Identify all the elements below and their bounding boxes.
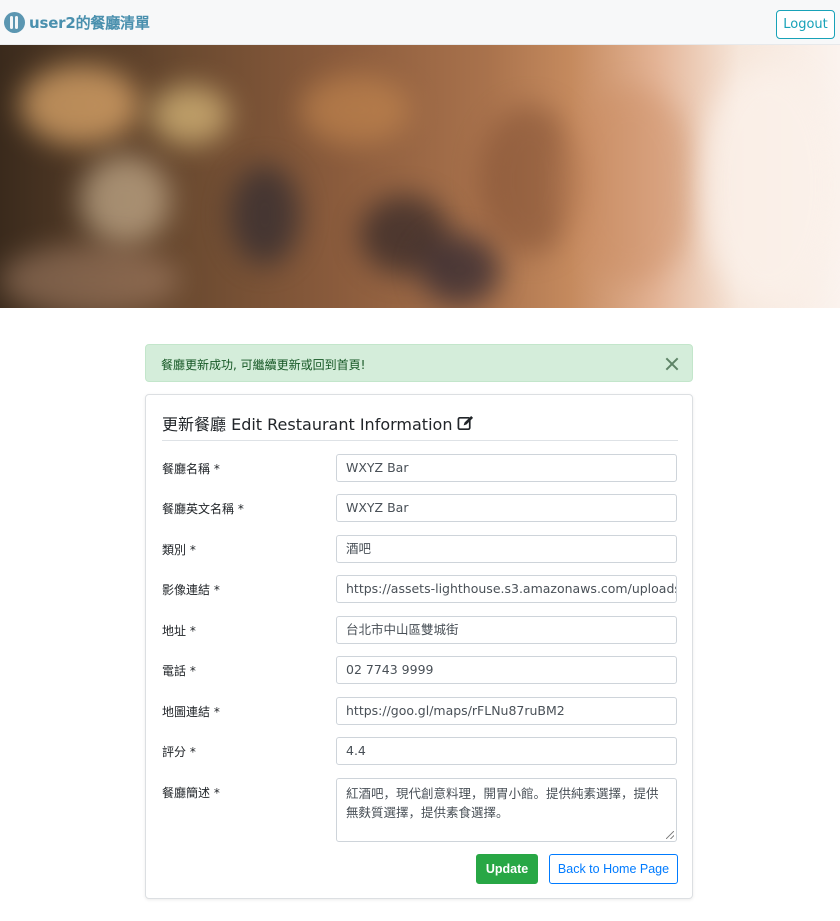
image-url-input[interactable]: https://assets-lighthouse.s3.amazonaws.c… (336, 575, 677, 603)
field-label: 電話 * (162, 664, 196, 678)
field-label: 餐廳簡述 * (162, 786, 220, 800)
close-icon[interactable] (660, 352, 684, 376)
field-label: 地圖連結 * (162, 705, 220, 719)
navbar: user2的餐廳清單 Logout (0, 0, 840, 45)
edit-form-card: 更新餐廳 Edit Restaurant Information 餐廳名稱 * … (145, 394, 693, 899)
edit-icon (458, 415, 474, 430)
update-button[interactable]: Update (476, 854, 538, 884)
form-title: 更新餐廳 Edit Restaurant Information (162, 411, 474, 435)
field-label: 影像連結 * (162, 583, 220, 597)
brand-link[interactable]: user2的餐廳清單 (4, 12, 150, 33)
map-url-input[interactable]: https://goo.gl/maps/rFLNu87ruBM2 (336, 697, 677, 725)
logout-button[interactable]: Logout (776, 10, 835, 39)
back-home-button[interactable]: Back to Home Page (549, 854, 678, 884)
description-text: 紅酒吧，現代創意料理，開胃小館。提供純素選擇，提供無麩質選擇，提供素食選擇。 (346, 786, 659, 820)
category-input[interactable]: 酒吧 (336, 535, 677, 563)
alert-message: 餐廳更新成功, 可繼續更新或回到首頁! (161, 358, 366, 372)
field-label: 餐廳英文名稱 * (162, 502, 244, 516)
description-textarea[interactable]: 紅酒吧，現代創意料理，開胃小館。提供純素選擇，提供無麩質選擇，提供素食選擇。 (336, 778, 677, 842)
name-input[interactable]: WXYZ Bar (336, 454, 677, 482)
phone-input[interactable]: 02 7743 9999 (336, 656, 677, 684)
field-label: 評分 * (162, 745, 196, 759)
field-label: 餐廳名稱 * (162, 462, 220, 476)
divider (162, 440, 678, 441)
utensils-icon (4, 12, 25, 33)
field-label: 地址 * (162, 624, 196, 638)
name-en-input[interactable]: WXYZ Bar (336, 494, 677, 522)
resize-handle-icon[interactable] (666, 831, 674, 839)
brand-text: user2的餐廳清單 (29, 14, 150, 32)
form-title-text: 更新餐廳 Edit Restaurant Information (162, 415, 453, 434)
location-input[interactable]: 台北市中山區雙城街 (336, 616, 677, 644)
success-alert: 餐廳更新成功, 可繼續更新或回到首頁! (145, 344, 693, 382)
rating-input[interactable]: 4.4 (336, 737, 677, 765)
field-label: 類別 * (162, 543, 196, 557)
banner-image (0, 45, 840, 308)
